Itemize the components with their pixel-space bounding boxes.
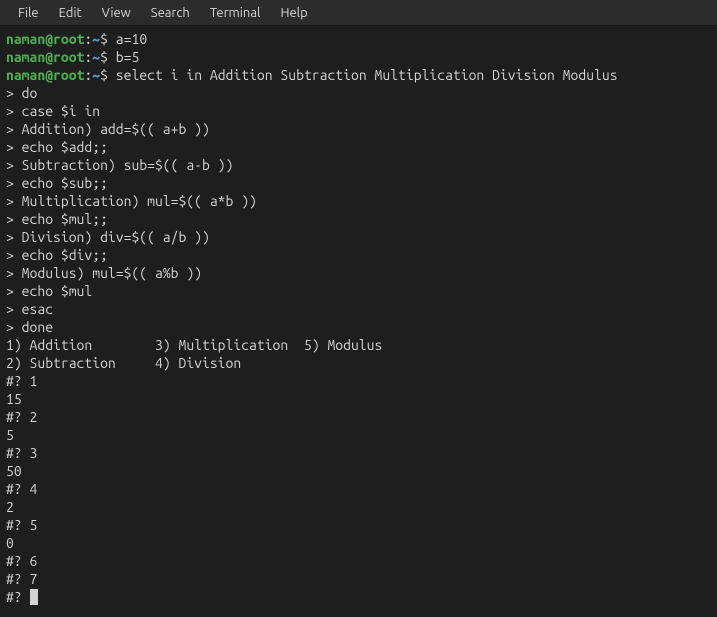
prompt-dollar: $: [100, 31, 108, 47]
prompt-host: root: [53, 31, 84, 47]
prompt-user: naman: [6, 67, 45, 83]
menu-file[interactable]: File: [8, 6, 49, 20]
terminal-line: > echo $div;;: [6, 246, 711, 264]
menubar: File Edit View Search Terminal Help: [0, 0, 717, 26]
command-text: a=10: [108, 31, 147, 47]
prompt-at: @: [45, 49, 53, 65]
terminal-line: 2) Subtraction 4) Division: [6, 354, 711, 372]
terminal-line: #? 3: [6, 444, 711, 462]
terminal-line: #? 7: [6, 570, 711, 588]
terminal-line: > done: [6, 318, 711, 336]
menu-view[interactable]: View: [92, 6, 141, 20]
prompt-path: ~: [92, 67, 100, 83]
terminal-line: > do: [6, 84, 711, 102]
prompt-at: @: [45, 31, 53, 47]
terminal-line: naman@root:~$ b=5: [6, 48, 711, 66]
terminal-line: 50: [6, 462, 711, 480]
prompt-host: root: [53, 67, 84, 83]
prompt-user: naman: [6, 31, 45, 47]
menu-help[interactable]: Help: [270, 6, 317, 20]
terminal-line: #? 6: [6, 552, 711, 570]
terminal-line: > Multiplication) mul=$(( a*b )): [6, 192, 711, 210]
terminal-body[interactable]: naman@root:~$ a=10 naman@root:~$ b=5 nam…: [0, 26, 717, 610]
prompt-host: root: [53, 49, 84, 65]
command-text: select i in Addition Subtraction Multipl…: [108, 67, 618, 83]
terminal-line: #? 5: [6, 516, 711, 534]
terminal-line: #? 4: [6, 480, 711, 498]
prompt-dollar: $: [100, 49, 108, 65]
terminal-line: 1) Addition 3) Multiplication 5) Modulus: [6, 336, 711, 354]
terminal-line: 5: [6, 426, 711, 444]
menu-edit[interactable]: Edit: [49, 6, 92, 20]
terminal-line: > Addition) add=$(( a+b )): [6, 120, 711, 138]
prompt-dollar: $: [100, 67, 108, 83]
prompt-path: ~: [92, 49, 100, 65]
terminal-line: > echo $mul: [6, 282, 711, 300]
terminal-line: > Division) div=$(( a/b )): [6, 228, 711, 246]
terminal-line: naman@root:~$ select i in Addition Subtr…: [6, 66, 711, 84]
cursor-icon: [30, 589, 38, 605]
terminal-line: > case $i in: [6, 102, 711, 120]
command-text: b=5: [108, 49, 139, 65]
prompt-path: ~: [92, 31, 100, 47]
prompt-user: naman: [6, 49, 45, 65]
menu-terminal[interactable]: Terminal: [200, 6, 271, 20]
menu-search[interactable]: Search: [141, 6, 200, 20]
terminal-line: naman@root:~$ a=10: [6, 30, 711, 48]
terminal-line: #?: [6, 588, 711, 606]
terminal-line: 0: [6, 534, 711, 552]
terminal-line: #? 2: [6, 408, 711, 426]
prompt-at: @: [45, 67, 53, 83]
terminal-line: 2: [6, 498, 711, 516]
terminal-line: > echo $add;;: [6, 138, 711, 156]
terminal-line: > echo $mul;;: [6, 210, 711, 228]
terminal-line: > echo $sub;;: [6, 174, 711, 192]
terminal-line: > esac: [6, 300, 711, 318]
terminal-line: > Modulus) mul=$(( a%b )): [6, 264, 711, 282]
terminal-line: 15: [6, 390, 711, 408]
prompt-input: #?: [6, 589, 30, 605]
terminal-line: #? 1: [6, 372, 711, 390]
terminal-line: > Subtraction) sub=$(( a-b )): [6, 156, 711, 174]
